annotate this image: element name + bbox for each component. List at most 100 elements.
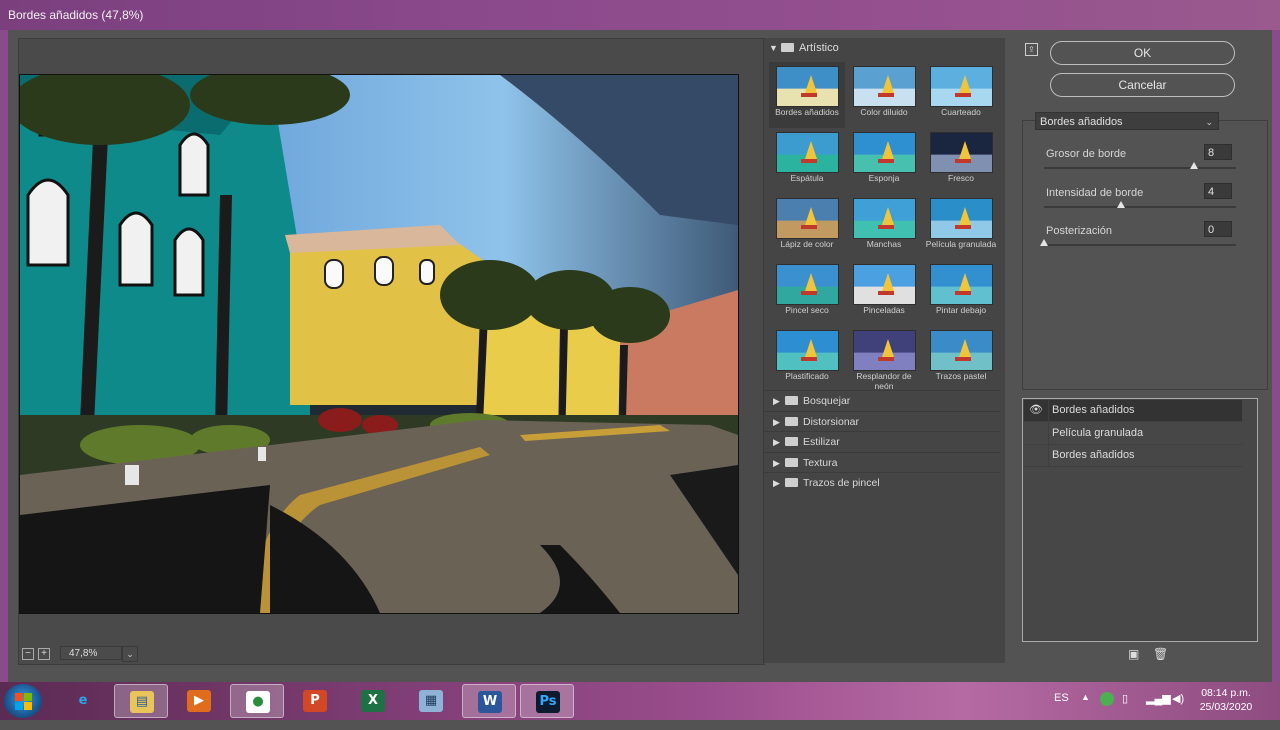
system-clock[interactable]: 08:14 p.m. 25/03/2020 — [1196, 686, 1256, 714]
gallery-category[interactable]: ▶ Bosquejar — [764, 390, 1000, 410]
eye-icon[interactable] — [1024, 445, 1049, 466]
filter-thumbnail[interactable]: Resplandor de neón — [846, 326, 922, 392]
param-slider-knob[interactable] — [1189, 162, 1198, 169]
param-slider-track[interactable] — [1044, 244, 1236, 246]
ok-button[interactable]: OK — [1050, 41, 1235, 65]
filter-thumbnail[interactable]: Trazos pastel — [923, 326, 999, 392]
param-slider-knob[interactable] — [1040, 239, 1048, 246]
volume-icon[interactable]: ◀) — [1172, 692, 1184, 730]
filter-thumbnail[interactable]: Fresco — [923, 128, 999, 194]
category-label: Bosquejar — [803, 395, 851, 407]
gallery-category[interactable]: ▶ Distorsionar — [764, 410, 1000, 431]
param-value-input[interactable]: 8 — [1204, 144, 1232, 160]
eye-icon[interactable]: 👁 — [1024, 400, 1049, 421]
param-value-input[interactable]: 0 — [1204, 221, 1232, 237]
effect-layer-row[interactable]: 👁 Bordes añadidos — [1024, 400, 1242, 422]
filter-thumbnail-label: Plastificado — [785, 371, 829, 381]
param-slider-track[interactable] — [1044, 167, 1236, 169]
filter-thumbnail-image — [930, 132, 993, 173]
filter-thumbnail-label: Manchas — [866, 239, 902, 249]
trash-icon[interactable]: 🗑 — [1153, 648, 1168, 660]
taskbar-app-icon[interactable]: Ps — [520, 684, 574, 718]
taskbar-app-icon[interactable]: ● — [230, 684, 284, 718]
cancel-button[interactable]: Cancelar — [1050, 73, 1235, 97]
filter-thumbnail-image — [853, 264, 916, 305]
filter-thumbnail-label: Color diluido — [860, 107, 908, 117]
filter-param: Posterización 0 — [1040, 221, 1240, 261]
chevron-down-icon: ⌄ — [1205, 117, 1213, 127]
param-slider-track[interactable] — [1044, 205, 1236, 208]
zoom-out-button[interactable]: − — [22, 648, 34, 660]
window-border-left — [0, 30, 8, 682]
filter-thumbnail-label: Trazos pastel — [935, 371, 987, 381]
start-button[interactable] — [4, 684, 42, 718]
gallery-category[interactable]: ▶ Textura — [764, 451, 1000, 472]
filter-thumbnail-label: Pintar debajo — [935, 305, 987, 315]
filter-thumbnail[interactable]: Esponja — [846, 128, 922, 194]
category-artistico[interactable]: ▼ Artístico — [769, 42, 839, 62]
collapse-panel-icon[interactable]: ⇪ — [1025, 43, 1038, 56]
folder-icon — [785, 457, 798, 467]
clock-time: 08:14 p.m. — [1201, 687, 1251, 699]
filter-thumbnail-label: Bordes añadidos — [775, 107, 839, 117]
filter-thumbnail[interactable]: Cuarteado — [923, 62, 999, 128]
effect-layers-list: 👁 Bordes añadidos Película granulada Bordes… — [1022, 398, 1258, 642]
battery-icon[interactable]: ▯ — [1122, 692, 1128, 730]
eye-icon[interactable] — [1024, 422, 1049, 444]
tray-app-icon[interactable] — [1100, 692, 1114, 730]
filter-thumbnail-image — [853, 132, 916, 173]
filter-thumbnail[interactable]: Bordes añadidos — [769, 62, 845, 128]
taskbar-app-icon[interactable]: ▶ — [172, 684, 226, 718]
filter-thumbnail-label: Lápiz de color — [780, 239, 834, 249]
taskbar-app-icon[interactable]: X — [346, 684, 400, 718]
language-indicator[interactable]: ES — [1054, 692, 1069, 730]
effect-layer-name: Bordes añadidos — [1052, 449, 1135, 461]
app-glyph: ▤ — [130, 691, 154, 713]
filter-thumbnail[interactable]: Lápiz de color — [769, 194, 845, 260]
taskbar-app-icon[interactable]: P — [288, 684, 342, 718]
filter-thumbnail[interactable]: Película granulada — [923, 194, 999, 260]
effect-layer-name: Película granulada — [1052, 426, 1144, 439]
settings-panel: ⇪ OK Cancelar Bordes añadidos ⌄ Grosor d… — [1020, 30, 1272, 682]
taskbar-app-icon[interactable]: ▤ — [114, 684, 168, 718]
filter-thumbnail-image — [930, 66, 993, 107]
taskbar-app-icon[interactable]: e — [56, 684, 110, 718]
category-label: Artístico — [799, 42, 839, 54]
app-glyph: ▶ — [187, 690, 211, 712]
param-value-input[interactable]: 4 — [1204, 182, 1232, 199]
zoom-dropdown-icon[interactable]: ⌄ — [122, 646, 138, 662]
filter-thumbnail[interactable]: Color diluido — [846, 62, 922, 128]
filter-thumbnail-image — [776, 330, 839, 371]
filter-thumbnail[interactable]: Plastificado — [769, 326, 845, 392]
gallery-category[interactable]: ▶ Trazos de pincel — [764, 472, 1000, 492]
taskbar-app-icon[interactable]: ▦ — [404, 684, 458, 718]
triangle-right-icon: ▶ — [773, 396, 780, 406]
triangle-right-icon: ▶ — [773, 478, 780, 489]
effect-layer-row[interactable]: Película granulada — [1024, 422, 1242, 445]
category-label: Estilizar — [803, 436, 840, 449]
param-slider-knob[interactable] — [1116, 200, 1125, 208]
category-label: Trazos de pincel — [803, 477, 880, 490]
filter-thumbnail-image — [930, 330, 993, 371]
gallery-category[interactable]: ▶ Estilizar — [764, 431, 1000, 451]
zoom-in-button[interactable]: + — [38, 648, 50, 660]
effect-layer-row[interactable]: Bordes añadidos — [1024, 445, 1242, 467]
filter-thumbnail[interactable]: Espátula — [769, 128, 845, 194]
taskbar-app-icon[interactable]: W — [462, 684, 516, 718]
filter-thumbnail-image — [853, 66, 916, 107]
zoom-value[interactable]: 47,8% — [60, 646, 122, 660]
preview-image[interactable] — [19, 74, 739, 614]
filter-thumbnail[interactable]: Pintar debajo — [923, 260, 999, 326]
filter-param: Intensidad de borde 4 — [1044, 182, 1240, 223]
filter-thumbnail[interactable]: Pincel seco — [769, 260, 845, 326]
filter-param: Grosor de borde 8 — [1044, 144, 1240, 184]
filter-select[interactable]: Bordes añadidos ⌄ — [1035, 112, 1219, 130]
filter-gallery: ▼ Artístico Bordes añadidos Color diluido C… — [763, 38, 1005, 663]
app-glyph: W — [478, 691, 502, 713]
tray-arrow-icon[interactable]: ▲ — [1081, 692, 1090, 730]
filter-thumbnail[interactable]: Pinceladas — [846, 260, 922, 326]
param-label: Posterización — [1046, 225, 1113, 237]
filter-thumbnail[interactable]: Manchas — [846, 194, 922, 260]
new-effect-layer-icon[interactable]: ▣ — [1128, 648, 1140, 660]
network-icon[interactable]: ▂▄▆ — [1146, 692, 1171, 730]
